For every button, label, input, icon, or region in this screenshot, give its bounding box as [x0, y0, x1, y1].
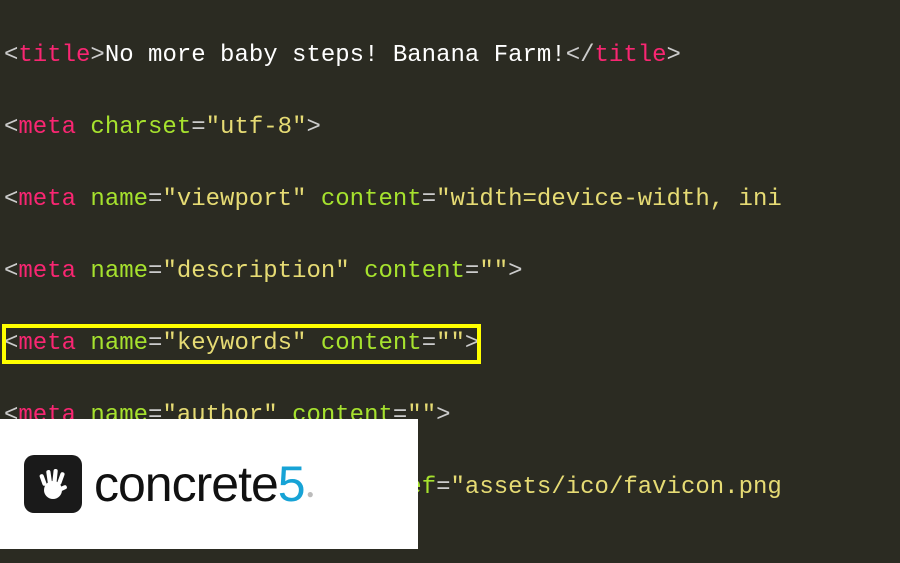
code-line: <meta name="description" content=""> [4, 254, 900, 290]
concrete5-wordmark: concrete5● [94, 466, 311, 502]
code-line: <meta charset="utf-8"> [4, 110, 900, 146]
code-line: <title>No more baby steps! Banana Farm!<… [4, 38, 900, 74]
hand-icon [24, 455, 82, 513]
highlighted-line: <meta name="keywords" content=""> [4, 326, 900, 362]
code-line: <meta name="viewport" content="width=dev… [4, 182, 900, 218]
concrete5-logo-card: concrete5● [0, 419, 418, 549]
